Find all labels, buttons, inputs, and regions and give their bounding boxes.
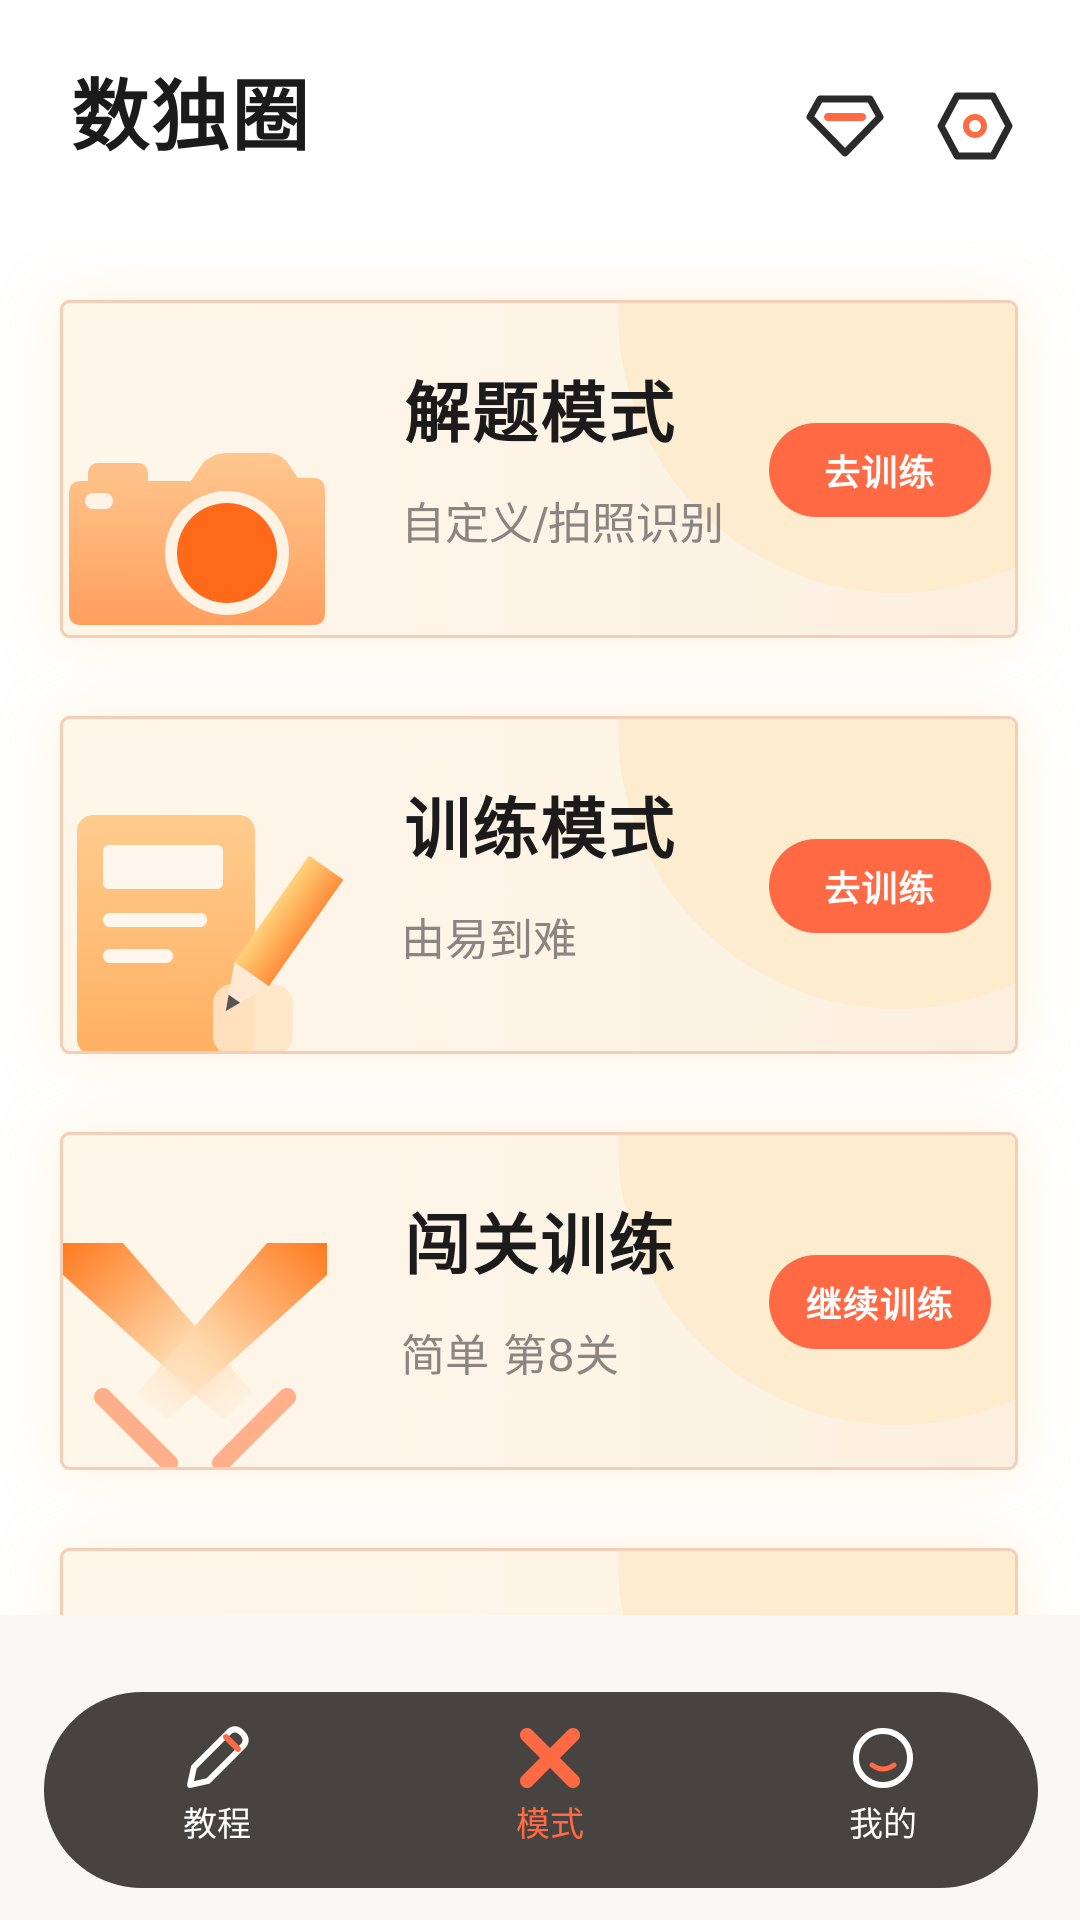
card-title: 解题模式 xyxy=(405,375,677,452)
card-subtitle: 自定义/拍照识别 xyxy=(401,499,724,550)
mode-card-training[interactable]: 训练模式 由易到难 去训练 xyxy=(60,716,1018,1054)
mode-card-levels[interactable]: 闯关训练 简单 第8关 继续训练 xyxy=(60,1132,1018,1470)
card-subtitle: 由易到难 xyxy=(401,915,577,966)
crossed-swords-icon xyxy=(63,1135,353,1467)
go-train-button[interactable]: 去训练 xyxy=(769,423,991,517)
card-subtitle: 简单 第8关 xyxy=(401,1331,619,1382)
camera-icon xyxy=(63,303,353,635)
card-title: 训练模式 xyxy=(405,791,677,868)
nav-label: 模式 xyxy=(516,1805,584,1845)
smile-circle-icon xyxy=(848,1723,918,1793)
card-title: 闯关训练 xyxy=(405,1207,677,1284)
nav-item-mode[interactable]: 模式 xyxy=(485,1715,615,1865)
bottom-nav: 教程 模式 我的 xyxy=(44,1692,1038,1888)
nav-item-mine[interactable]: 我的 xyxy=(818,1715,948,1865)
nav-label: 我的 xyxy=(849,1805,917,1845)
go-train-button[interactable]: 去训练 xyxy=(769,839,991,933)
notebook-pencil-icon xyxy=(63,719,353,1051)
mode-card-solve[interactable]: 解题模式 自定义/拍照识别 去训练 xyxy=(60,300,1018,638)
continue-train-button[interactable]: 继续训练 xyxy=(769,1255,991,1349)
pencil-icon xyxy=(182,1723,252,1793)
x-mode-icon xyxy=(515,1723,585,1793)
nav-label: 教程 xyxy=(183,1805,251,1845)
nav-item-tutorial[interactable]: 教程 xyxy=(152,1715,282,1865)
